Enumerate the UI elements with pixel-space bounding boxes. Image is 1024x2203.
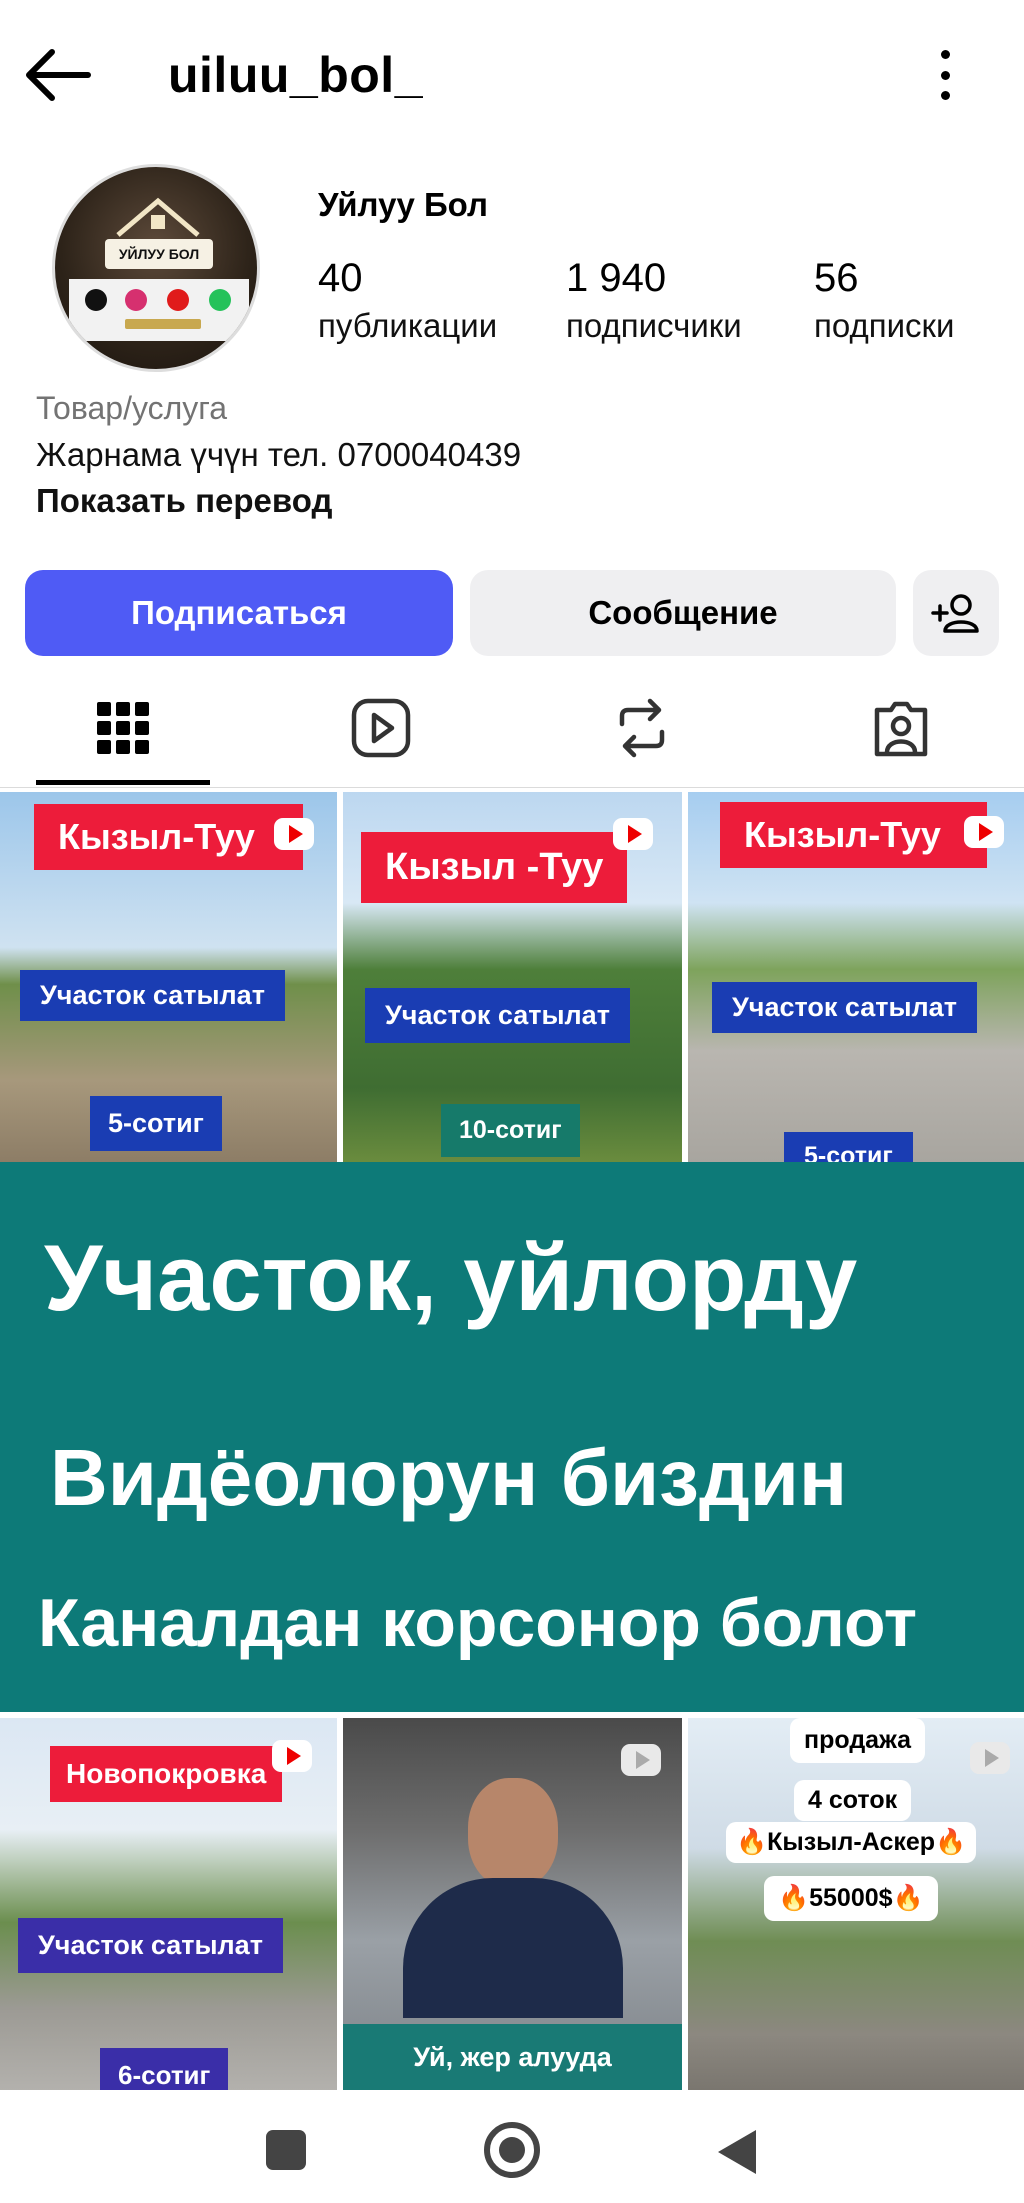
more-options-button[interactable] <box>920 44 970 106</box>
post-2-subtitle: Участок сатылат <box>365 988 630 1043</box>
post-6-line-2: 4 соток <box>794 1780 912 1821</box>
grid-icon <box>97 702 149 754</box>
post-tile-5[interactable]: Уй, жер алууда <box>343 1718 682 2090</box>
stat-following[interactable]: 56 подписки <box>814 254 954 350</box>
tab-tagged[interactable] <box>851 688 951 768</box>
post-tile-3[interactable]: Кызыл-Туу Участок сатылат 5-сотиг <box>688 792 1024 1162</box>
arrow-left-icon <box>26 49 91 101</box>
post-6-line-1: продажа <box>790 1718 926 1763</box>
avatar-brand-text: УЙЛУУ БОЛ <box>105 239 213 269</box>
back-button[interactable] <box>22 44 94 106</box>
tab-grid[interactable] <box>73 688 173 768</box>
youtube-icon <box>274 818 314 850</box>
tiktok-icon <box>85 289 107 311</box>
post-2-title: Кызыл -Туу <box>361 832 628 903</box>
post-3-size: 5-сотиг <box>784 1132 913 1162</box>
tab-reposts[interactable] <box>592 688 692 768</box>
stat-posts-value: 40 <box>318 256 363 300</box>
banner-line-1: Участок, уйлорду <box>44 1225 858 1330</box>
post-4-size: 6-сотиг <box>100 2048 229 2090</box>
system-nav-bar <box>0 2090 1024 2203</box>
stat-posts[interactable]: 40 публикации <box>318 254 497 350</box>
youtube-icon <box>621 1744 661 1776</box>
banner-line-2: Видёолорун биздин <box>50 1433 848 1522</box>
post-1-size: 5-сотиг <box>90 1096 222 1151</box>
post-4-subtitle: Участок сатылат <box>18 1918 283 1973</box>
stat-posts-label: публикации <box>318 307 498 344</box>
post-4-title: Новопокровка <box>50 1746 283 1802</box>
promo-banner: Участок, уйлорду Видёолорун биздин Канал… <box>0 1162 1024 1712</box>
home-icon[interactable] <box>484 2122 540 2178</box>
recent-apps-icon[interactable] <box>266 2130 306 2170</box>
top-bar: uiluu_bol_ <box>0 0 1024 150</box>
post-2-size: 10-сотиг <box>441 1104 580 1157</box>
profile-category: Товар/услуга <box>36 390 228 426</box>
avatar-phone-strip <box>125 319 201 329</box>
tagged-person-icon <box>874 701 928 757</box>
stat-following-label: подписки <box>814 307 955 344</box>
post-tile-4[interactable]: Новопокровка Участок сатылат 6-сотиг <box>0 1718 337 2090</box>
post-6-line-3: 🔥Кызыл-Аскер🔥 <box>726 1822 977 1863</box>
youtube-icon <box>167 289 189 311</box>
banner-line-3: Каналдан корсонор болот <box>38 1585 918 1661</box>
post-1-subtitle: Участок сатылат <box>20 970 285 1021</box>
profile-bio: Жарнама үчүн тел. 0700040439 <box>36 436 522 473</box>
display-name: Уйлуу Бол <box>318 186 488 223</box>
post-3-title: Кызыл-Туу <box>720 802 987 868</box>
message-button[interactable]: Сообщение <box>470 570 896 656</box>
suggest-users-button[interactable] <box>913 570 999 656</box>
profile-username: uiluu_bol_ <box>168 47 423 103</box>
repost-icon <box>619 698 665 758</box>
youtube-icon <box>970 1742 1010 1774</box>
vertical-dots-icon <box>940 50 950 59</box>
post-3-subtitle: Участок сатылат <box>712 982 977 1033</box>
instagram-icon <box>125 289 147 311</box>
stat-followers-value: 1 940 <box>566 256 667 300</box>
post-tile-1[interactable]: Кызыл-Туу Участок сатылат 5-сотиг <box>0 792 337 1162</box>
active-tab-indicator <box>36 780 210 785</box>
nav-back-icon[interactable] <box>718 2130 756 2174</box>
reels-play-icon <box>351 698 411 758</box>
post-5-caption: Уй, жер алууда <box>343 2024 682 2090</box>
show-translation-link[interactable]: Показать перевод <box>36 482 332 520</box>
youtube-icon <box>613 818 653 850</box>
youtube-icon <box>964 816 1004 848</box>
post-6-line-4: 🔥55000$🔥 <box>764 1876 938 1921</box>
stat-followers-label: подписчики <box>566 307 742 344</box>
stat-following-value: 56 <box>814 256 859 300</box>
follow-button[interactable]: Подписаться <box>25 570 453 656</box>
profile-tabs <box>0 678 1024 788</box>
youtube-icon <box>272 1740 312 1772</box>
post-tile-2[interactable]: Кызыл -Туу Участок сатылат 10-сотиг <box>343 792 682 1162</box>
stat-followers[interactable]: 1 940 подписчики <box>566 254 742 350</box>
post-1-title: Кызыл-Туу <box>34 804 303 870</box>
person-photo <box>403 1778 623 2018</box>
add-person-icon <box>931 594 979 633</box>
house-logo-icon <box>116 197 200 237</box>
profile-avatar[interactable]: УЙЛУУ БОЛ <box>52 164 260 372</box>
whatsapp-icon <box>209 289 231 311</box>
tab-reels[interactable] <box>331 688 431 768</box>
post-tile-6[interactable]: продажа 4 соток 🔥Кызыл-Аскер🔥 🔥55000$🔥 <box>688 1718 1024 2090</box>
